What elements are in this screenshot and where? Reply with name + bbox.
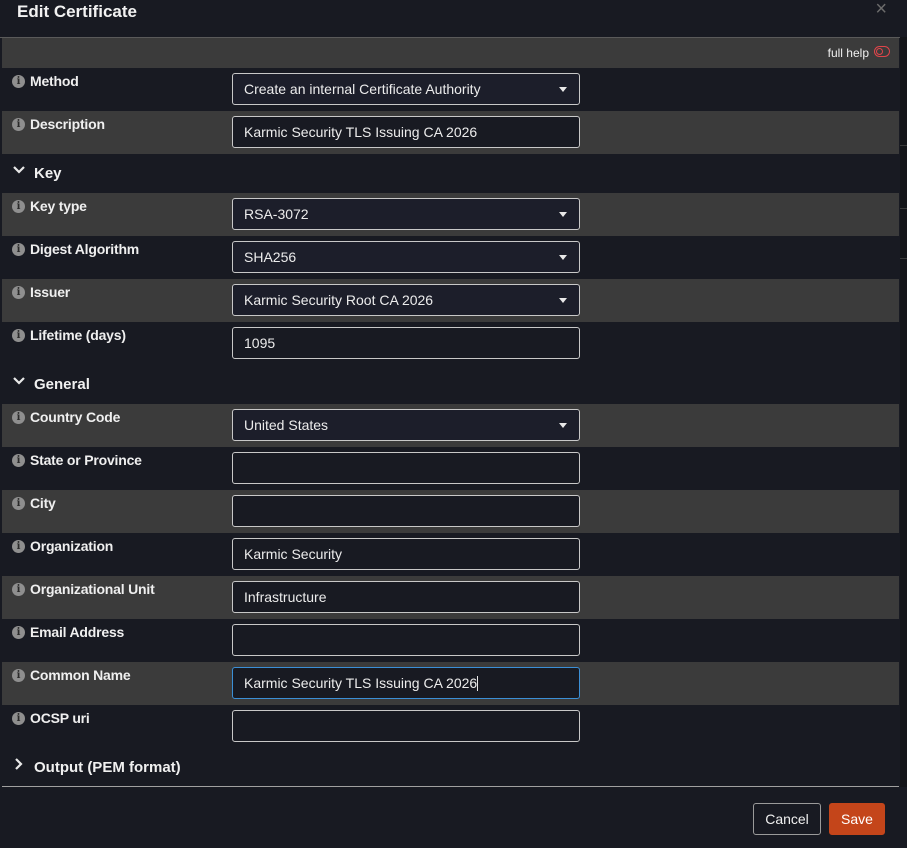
chevron-down-icon [13,166,25,174]
info-icon[interactable]: i [12,497,25,510]
save-button[interactable]: Save [829,803,885,835]
row-organization: i Organization Karmic Security [2,533,899,576]
edit-certificate-dialog: Edit Certificate × full help i Method Cr… [0,0,907,848]
row-ocsp-uri: i OCSP uri [2,705,899,748]
row-issuer: i Issuer Karmic Security Root CA 2026 [2,279,899,322]
method-select[interactable]: Create an internal Certificate Authority [232,73,580,105]
chevron-down-icon [13,377,25,385]
country-code-label: Country Code [30,409,121,425]
info-icon[interactable]: i [12,626,25,639]
dialog-title: Edit Certificate [17,2,137,21]
section-key-header[interactable]: Key [2,154,899,192]
city-label: City [30,495,56,511]
row-key-type: i Key type RSA-3072 [2,193,899,236]
chevron-right-icon [15,758,23,770]
row-organizational-unit: i Organizational Unit Infrastructure [2,576,899,619]
info-icon[interactable]: i [12,583,25,596]
full-help-label[interactable]: full help [828,46,869,60]
country-code-value: United States [244,417,329,433]
description-label: Description [30,116,105,132]
organization-label: Organization [30,538,114,554]
info-icon[interactable]: i [12,669,25,682]
key-type-label: Key type [30,198,87,214]
info-icon[interactable]: i [12,286,25,299]
info-icon[interactable]: i [12,243,25,256]
section-general-header[interactable]: General [2,365,899,403]
row-common-name: i Common Name Karmic Security TLS Issuin… [2,662,899,705]
row-state-province: i State or Province [2,447,899,490]
ocsp-uri-label: OCSP uri [30,710,90,726]
footer-divider [2,786,899,787]
issuer-select[interactable]: Karmic Security Root CA 2026 [232,284,580,316]
dialog-header: Edit Certificate × [0,0,907,38]
lifetime-label: Lifetime (days) [30,327,126,343]
description-input[interactable]: Karmic Security TLS Issuing CA 2026 [232,116,580,148]
method-value: Create an internal Certificate Authority [244,81,481,97]
issuer-label: Issuer [30,284,71,300]
email-address-input[interactable] [232,624,580,656]
key-type-value: RSA-3072 [244,206,309,222]
common-name-input[interactable]: Karmic Security TLS Issuing CA 2026 [232,667,580,699]
row-description: i Description Karmic Security TLS Issuin… [2,111,899,154]
country-code-select[interactable]: United States [232,409,580,441]
organizational-unit-label: Organizational Unit [30,581,155,597]
row-city: i City [2,490,899,533]
section-key-label: Key [34,165,62,182]
state-province-label: State or Province [30,452,142,468]
info-icon[interactable]: i [12,411,25,424]
state-province-input[interactable] [232,452,580,484]
caret-down-icon [559,212,567,217]
organization-value: Karmic Security [244,546,343,562]
section-output-label: Output (PEM format) [34,759,181,776]
info-icon[interactable]: i [12,118,25,131]
digest-algorithm-value: SHA256 [244,249,297,265]
caret-down-icon [559,423,567,428]
ocsp-uri-input[interactable] [232,710,580,742]
toggle-off-icon[interactable] [874,46,890,57]
caret-down-icon [559,298,567,303]
row-email-address: i Email Address [2,619,899,662]
city-input[interactable] [232,495,580,527]
info-icon[interactable]: i [12,712,25,725]
close-icon[interactable]: × [875,0,887,21]
organization-input[interactable]: Karmic Security [232,538,580,570]
method-label: Method [30,73,79,89]
lifetime-input[interactable]: 1095 [232,327,580,359]
section-output-header[interactable]: Output (PEM format) [2,748,899,786]
row-digest-algorithm: i Digest Algorithm SHA256 [2,236,899,279]
digest-algorithm-label: Digest Algorithm [30,241,140,257]
lifetime-value: 1095 [244,335,276,351]
caret-down-icon [559,255,567,260]
description-value: Karmic Security TLS Issuing CA 2026 [244,124,478,140]
full-help-bar: full help [2,38,899,68]
digest-algorithm-select[interactable]: SHA256 [232,241,580,273]
info-icon[interactable]: i [12,329,25,342]
common-name-label: Common Name [30,667,131,683]
row-lifetime: i Lifetime (days) 1095 [2,322,899,365]
info-icon[interactable]: i [12,75,25,88]
cancel-button[interactable]: Cancel [753,803,821,835]
background-divider [900,258,907,259]
key-type-select[interactable]: RSA-3072 [232,198,580,230]
caret-down-icon [559,87,567,92]
row-method: i Method Create an internal Certificate … [2,68,899,111]
background-divider [900,208,907,209]
background-edge [900,37,907,787]
row-country-code: i Country Code United States [2,404,899,447]
section-general-label: General [34,376,90,393]
info-icon[interactable]: i [12,454,25,467]
background-divider [900,145,907,146]
organizational-unit-value: Infrastructure [244,589,327,605]
info-icon[interactable]: i [12,200,25,213]
email-address-label: Email Address [30,624,125,640]
issuer-value: Karmic Security Root CA 2026 [244,292,434,308]
info-icon[interactable]: i [12,540,25,553]
organizational-unit-input[interactable]: Infrastructure [232,581,580,613]
common-name-value: Karmic Security TLS Issuing CA 2026 [244,675,478,691]
